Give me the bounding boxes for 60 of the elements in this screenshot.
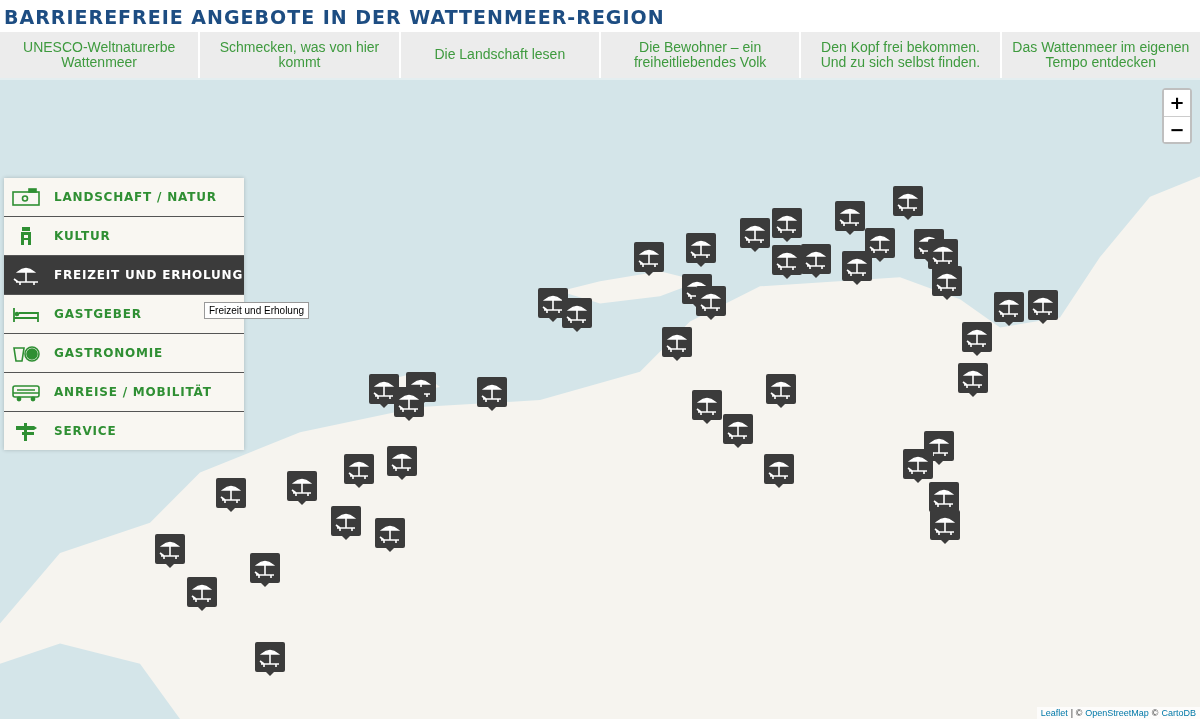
map-marker-icon[interactable]: [958, 363, 988, 397]
map-marker-icon[interactable]: [893, 186, 923, 220]
map-marker-icon[interactable]: [994, 292, 1024, 326]
map-marker-icon[interactable]: [331, 506, 361, 540]
map-marker-icon[interactable]: [287, 471, 317, 505]
map-marker-icon[interactable]: [835, 201, 865, 235]
map-marker-icon[interactable]: [801, 244, 831, 278]
nav-tab[interactable]: Den Kopf frei bekommen. Und zu sich selbst finden.: [801, 32, 1000, 78]
map-marker-icon[interactable]: [1028, 290, 1058, 324]
tooltip: Freizeit und Erholung: [204, 302, 310, 319]
attribution-text: ©: [1151, 708, 1159, 718]
map-marker-icon[interactable]: [344, 454, 374, 488]
category-item[interactable]: ANREISE / MOBILITÄT: [4, 372, 244, 411]
map-marker-icon[interactable]: [255, 642, 285, 676]
map-marker-icon[interactable]: [216, 478, 246, 512]
map-marker-icon[interactable]: [250, 553, 280, 587]
nav-tab[interactable]: UNESCO-Weltnaturerbe Wattenmeer: [0, 32, 199, 78]
category-item[interactable]: LANDSCHAFT / NATUR: [4, 178, 244, 216]
bus-icon: [12, 382, 40, 402]
map-marker-icon[interactable]: [723, 414, 753, 448]
category-item[interactable]: GASTRONOMIE: [4, 333, 244, 372]
page-title: BARRIEREFREIE ANGEBOTE IN DER WATTENMEER-REGION: [3, 5, 666, 30]
category-item[interactable]: SERVICE: [4, 411, 244, 450]
map-marker-icon[interactable]: [562, 298, 592, 332]
map-marker-icon[interactable]: [932, 266, 962, 300]
cup-plate-icon: [12, 343, 40, 363]
map-marker-icon[interactable]: [772, 245, 802, 279]
map-marker-icon[interactable]: [962, 322, 992, 356]
map-marker-icon[interactable]: [477, 377, 507, 411]
nav-tab[interactable]: Die Landschaft lesen: [400, 32, 599, 78]
map-marker-icon[interactable]: [662, 327, 692, 361]
cartodb-link[interactable]: CartoDB: [1161, 708, 1196, 718]
map-marker-icon[interactable]: [187, 577, 217, 611]
map-marker-icon[interactable]: [865, 228, 895, 262]
attribution-text: | ©: [1070, 708, 1083, 718]
camera-icon: [12, 187, 40, 207]
map-marker-icon[interactable]: [764, 454, 794, 488]
map-marker-icon[interactable]: [686, 233, 716, 267]
map-marker-icon[interactable]: [766, 374, 796, 408]
nav-tab[interactable]: Schmecken, was von hier kommt: [200, 32, 399, 78]
map-marker-icon[interactable]: [634, 242, 664, 276]
map-marker-icon[interactable]: [696, 286, 726, 320]
nav-tab[interactable]: Das Wattenmeer im eigenen Tempo entdecken: [1001, 32, 1200, 78]
map-marker-icon[interactable]: [387, 446, 417, 480]
map-marker-icon[interactable]: [692, 390, 722, 424]
parasol-lounger-icon: [12, 265, 40, 285]
map-marker-icon[interactable]: [394, 387, 424, 421]
map-marker-icon[interactable]: [903, 449, 933, 483]
leaflet-link[interactable]: Leaflet: [1040, 708, 1068, 718]
map-marker-icon[interactable]: [155, 534, 185, 568]
openstreetmap-link[interactable]: OpenStreetMap: [1085, 708, 1149, 718]
map-marker-icon[interactable]: [842, 251, 872, 285]
map[interactable]: + − LANDSCHAFT / NATUR KULTUR FREIZEIT UND ERHOLUNG GASTGEBER GASTRONOMIE ANREISE / MOBILITÄT SERVICE Freizeit und Erholung Leaflet | © OpenStreetMap © CartoDB: [0, 80, 1200, 719]
map-marker-icon[interactable]: [375, 518, 405, 552]
map-marker-icon[interactable]: [740, 218, 770, 252]
map-marker-icon[interactable]: [772, 208, 802, 242]
zoom-out-button[interactable]: −: [1164, 116, 1190, 142]
nav-tab[interactable]: Die Bewohner – ein freiheitliebendes Volk: [601, 32, 800, 78]
map-marker-icon[interactable]: [930, 510, 960, 544]
category-item[interactable]: FREIZEIT UND ERHOLUNG: [4, 255, 244, 294]
